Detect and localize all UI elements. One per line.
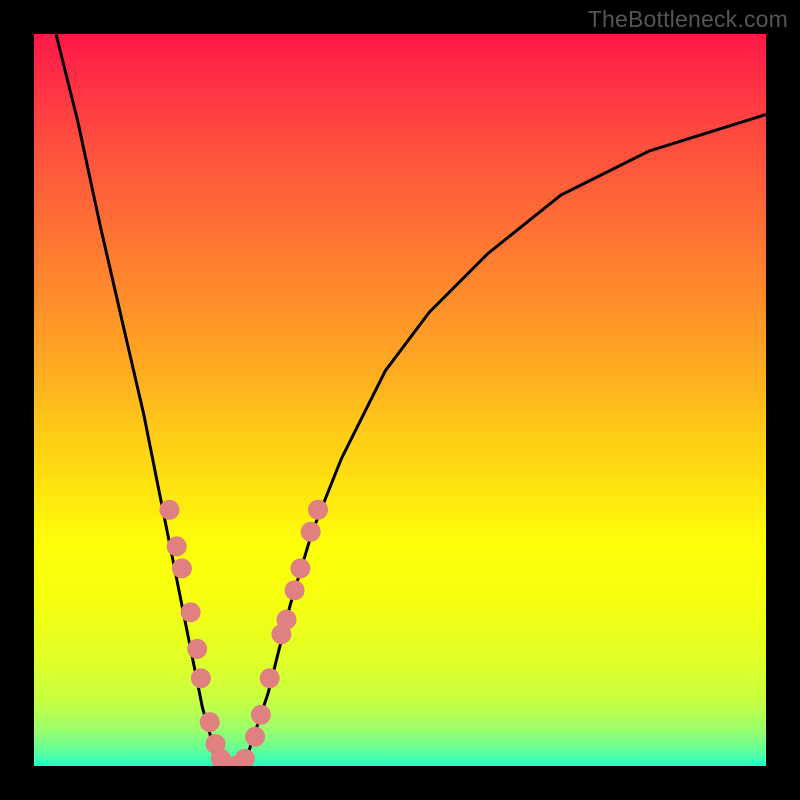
data-marker [235,749,255,766]
chart-svg-layer [34,34,766,766]
chart-curve [56,34,766,766]
data-marker [290,558,310,578]
data-marker [245,727,265,747]
curve-path [56,34,766,766]
data-marker [181,602,201,622]
chart-container: TheBottleneck.com [0,0,800,800]
data-marker [251,705,271,725]
data-marker [172,558,192,578]
data-marker [187,639,207,659]
chart-markers [159,500,328,766]
watermark-text: TheBottleneck.com [588,6,788,33]
data-marker [167,536,187,556]
data-marker [200,712,220,732]
data-marker [277,610,297,630]
chart-plot-area [34,34,766,766]
data-marker [159,500,179,520]
data-marker [191,668,211,688]
data-marker [301,522,321,542]
data-marker [260,668,280,688]
data-marker [285,580,305,600]
data-marker [308,500,328,520]
